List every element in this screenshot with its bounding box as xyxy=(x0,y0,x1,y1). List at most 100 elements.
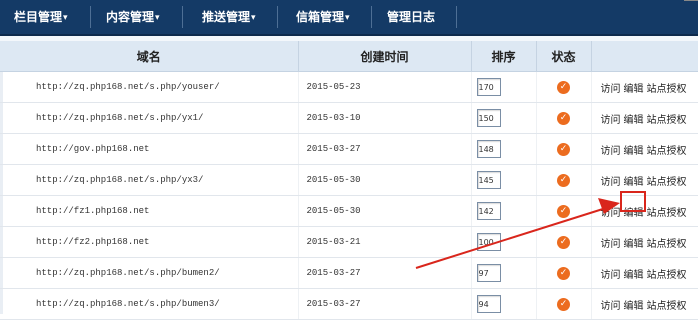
nav-label: 推送管理 xyxy=(202,10,251,24)
cell-sort xyxy=(471,257,537,289)
sort-input[interactable] xyxy=(476,78,501,96)
header-status: 状态 xyxy=(536,41,592,72)
cell-sort xyxy=(471,102,537,134)
cell-actions: 访问 编辑 站点授权 xyxy=(591,133,698,165)
authorize-link[interactable]: 站点授权 xyxy=(647,270,687,281)
cell-status: ✓ xyxy=(536,195,592,227)
header-actions xyxy=(591,41,698,72)
nav-label: 栏目管理 xyxy=(14,10,63,24)
edit-link[interactable]: 编辑 xyxy=(624,146,644,157)
status-check-icon[interactable]: ✓ xyxy=(557,266,570,280)
sort-input[interactable] xyxy=(476,171,501,189)
nav-divider xyxy=(90,6,91,28)
window-corner xyxy=(684,0,698,6)
table-row: http://fz2.php168.net2015-03-21 ✓ 访问编辑站点授权 xyxy=(0,226,698,258)
nav-divider xyxy=(371,6,372,28)
edit-link[interactable]: 编辑 xyxy=(624,177,644,188)
chevron-down-icon: ▾ xyxy=(63,13,68,23)
sort-input[interactable] xyxy=(476,295,501,313)
sort-input[interactable] xyxy=(476,202,501,220)
sort-input[interactable] xyxy=(476,264,501,282)
authorize-link[interactable]: 站点授权 xyxy=(647,146,687,157)
cell-domain: http://gov.php168.net xyxy=(0,133,299,165)
cell-domain: http://zq.php168.net/s.php/youser/ xyxy=(0,71,299,103)
cell-domain: http://zq.php168.net/s.php/yx3/ xyxy=(0,164,299,196)
visit-link[interactable]: 访问 xyxy=(601,208,621,219)
cell-sort xyxy=(471,164,537,196)
status-check-icon[interactable]: ✓ xyxy=(557,297,570,311)
nav-label: 信箱管理 xyxy=(296,10,345,24)
cell-actions: 访问 编辑 站点授权 xyxy=(591,226,698,258)
cell-created: 2015-03-21 xyxy=(298,226,472,258)
cell-sort xyxy=(471,133,537,165)
chevron-down-icon: ▾ xyxy=(345,13,350,23)
cell-created: 2015-03-10 xyxy=(298,102,472,134)
nav-column-management[interactable]: 栏目管理▾ xyxy=(14,0,68,34)
cell-sort xyxy=(471,288,537,320)
status-check-icon[interactable]: ✓ xyxy=(557,204,570,218)
authorize-link[interactable]: 站点授权 xyxy=(647,177,687,188)
cell-actions: 访问 编辑 站点授权 xyxy=(591,288,698,320)
header-created: 创建时间 xyxy=(298,41,472,72)
authorize-link[interactable]: 站点授权 xyxy=(647,84,687,95)
sort-input[interactable] xyxy=(476,109,501,127)
cell-status: ✓ xyxy=(536,71,592,103)
nav-push-management[interactable]: 推送管理▾ xyxy=(202,0,256,34)
visit-link[interactable]: 访问 xyxy=(601,146,621,157)
edit-link[interactable]: 编辑 xyxy=(624,115,644,126)
edit-link[interactable]: 编辑 xyxy=(624,301,644,312)
cell-sort xyxy=(471,195,537,227)
visit-link[interactable]: 访问 xyxy=(601,301,621,312)
visit-link[interactable]: 访问 xyxy=(601,84,621,95)
status-check-icon[interactable]: ✓ xyxy=(557,235,570,249)
visit-link[interactable]: 访问 xyxy=(601,115,621,126)
status-check-icon[interactable]: ✓ xyxy=(557,111,570,125)
cell-status: ✓ xyxy=(536,288,592,320)
table-row: http://zq.php168.net/s.php/bumen3/2015-0… xyxy=(0,288,698,320)
cell-status: ✓ xyxy=(536,164,592,196)
cell-actions: 访问 编辑 站点授权 xyxy=(591,71,698,103)
nav-admin-log[interactable]: 管理日志 xyxy=(387,0,435,34)
chevron-down-icon: ▾ xyxy=(251,13,256,23)
header-domain: 域名 xyxy=(0,41,299,72)
header-sort: 排序 xyxy=(471,41,537,72)
cell-created: 2015-05-23 xyxy=(298,71,472,103)
edit-link[interactable]: 编辑 xyxy=(624,239,644,250)
authorize-link[interactable]: 站点授权 xyxy=(647,239,687,250)
cell-created: 2015-03-27 xyxy=(298,133,472,165)
authorize-link[interactable]: 站点授权 xyxy=(647,115,687,126)
edit-link[interactable]: 编辑 xyxy=(624,270,644,281)
cell-actions: 访问 编辑 站点授权 xyxy=(591,102,698,134)
cell-domain: http://fz2.php168.net xyxy=(0,226,299,258)
visit-link[interactable]: 访问 xyxy=(601,239,621,250)
sort-input[interactable] xyxy=(476,233,501,251)
nav-mailbox-management[interactable]: 信箱管理▾ xyxy=(296,0,350,34)
sort-input[interactable] xyxy=(476,140,501,158)
cell-created: 2015-05-30 xyxy=(298,164,472,196)
cell-created: 2015-03-27 xyxy=(298,257,472,289)
visit-link[interactable]: 访问 xyxy=(601,177,621,188)
authorize-link[interactable]: 站点授权 xyxy=(647,208,687,219)
site-table: 域名 创建时间 排序 状态 http://zq.php168.net/s.php… xyxy=(0,41,698,320)
cell-status: ✓ xyxy=(536,226,592,258)
edit-link[interactable]: 编辑 xyxy=(624,84,644,95)
table-row: http://zq.php168.net/s.php/youser/2015-0… xyxy=(0,71,698,103)
cell-domain: http://zq.php168.net/s.php/yx1/ xyxy=(0,102,299,134)
cell-status: ✓ xyxy=(536,257,592,289)
visit-link[interactable]: 访问 xyxy=(601,270,621,281)
nav-label: 管理日志 xyxy=(387,10,436,24)
nav-content-management[interactable]: 内容管理▾ xyxy=(106,0,160,34)
edit-highlight-box xyxy=(620,191,646,212)
table-row: http://gov.php168.net2015-03-27 ✓ 访问编辑站点授权 xyxy=(0,133,698,165)
table-row: http://zq.php168.net/s.php/yx1/2015-03-1… xyxy=(0,102,698,134)
status-check-icon[interactable]: ✓ xyxy=(557,142,570,156)
cell-created: 2015-05-30 xyxy=(298,195,472,227)
table-header-row: 域名 创建时间 排序 状态 xyxy=(0,41,698,72)
nav-label: 内容管理 xyxy=(106,10,155,24)
cell-domain: http://zq.php168.net/s.php/bumen2/ xyxy=(0,257,299,289)
status-check-icon[interactable]: ✓ xyxy=(557,173,570,187)
table-row: http://fz1.php168.net2015-05-30✓访问编辑站点授权 xyxy=(0,195,698,227)
authorize-link[interactable]: 站点授权 xyxy=(647,301,687,312)
status-check-icon[interactable]: ✓ xyxy=(557,80,570,94)
chevron-down-icon: ▾ xyxy=(155,13,160,23)
